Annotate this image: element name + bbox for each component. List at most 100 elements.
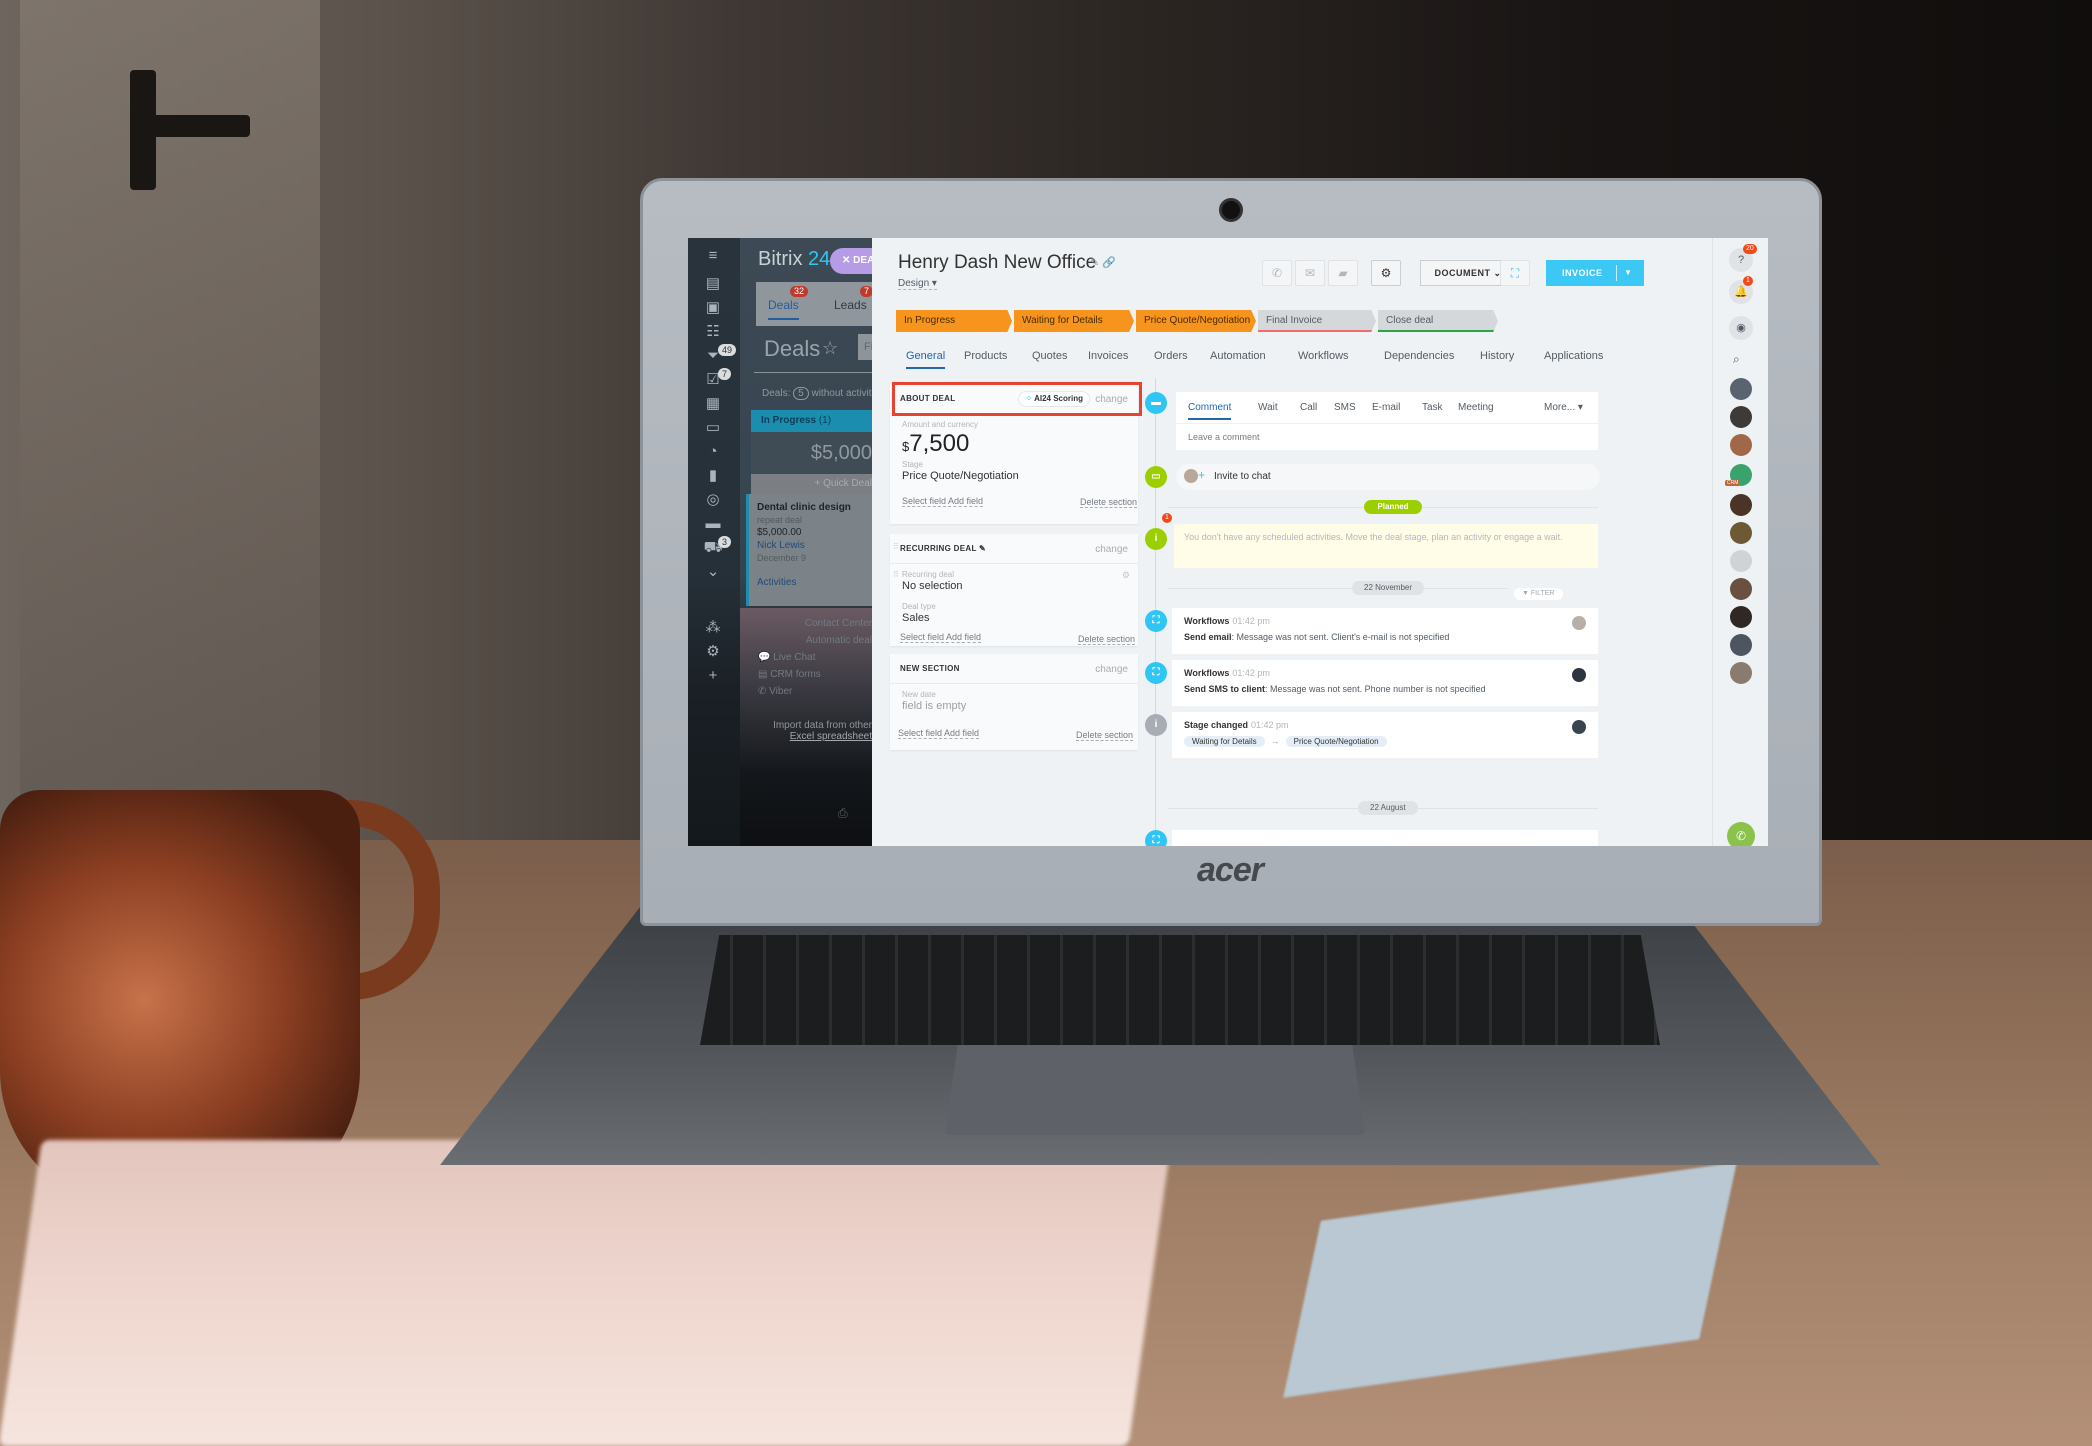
tab-general[interactable]: General bbox=[906, 350, 946, 369]
invite-to-chat-button[interactable]: + Invite to chat bbox=[1176, 464, 1600, 490]
delete-section-link[interactable]: Delete section bbox=[1078, 634, 1136, 645]
contact-avatar[interactable] bbox=[1730, 522, 1752, 544]
timeline-event[interactable]: Workflows 01:42 pm Send email: Message wa… bbox=[1172, 608, 1598, 654]
composer-tab-task[interactable]: Task bbox=[1422, 402, 1443, 413]
workflow-button[interactable]: ⛶ bbox=[1500, 260, 1530, 286]
contact-avatar[interactable] bbox=[1730, 550, 1752, 572]
tab-invoices[interactable]: Invoices bbox=[1088, 350, 1128, 362]
stage-value[interactable]: Price Quote/Negotiation bbox=[902, 470, 1019, 482]
add-field-link[interactable]: Add field bbox=[948, 496, 984, 507]
stage-close-deal[interactable]: Close deal bbox=[1378, 310, 1498, 332]
contact-avatar[interactable] bbox=[1730, 406, 1752, 428]
chat-button[interactable]: ▰ bbox=[1328, 260, 1358, 286]
window-icon[interactable]: ▭ bbox=[703, 418, 723, 438]
timeline-event[interactable] bbox=[1172, 830, 1598, 846]
tab-deals[interactable]: Deals bbox=[768, 298, 799, 320]
timeline-filter-button[interactable]: ▼ FILTER bbox=[1514, 588, 1563, 600]
tab-applications[interactable]: Applications bbox=[1544, 350, 1603, 362]
phone-call-button[interactable]: ✆ bbox=[1727, 822, 1755, 846]
tab-quotes[interactable]: Quotes bbox=[1032, 350, 1067, 362]
add-icon[interactable]: + bbox=[703, 666, 723, 686]
deal-card-activities[interactable]: Activities bbox=[757, 577, 864, 588]
user-avatar[interactable] bbox=[1572, 668, 1586, 682]
inbox-icon[interactable]: ▬ bbox=[703, 514, 723, 534]
comment-input[interactable]: Leave a comment bbox=[1188, 432, 1260, 442]
delete-section-link[interactable]: Delete section bbox=[1076, 730, 1134, 741]
recurring-value[interactable]: No selection bbox=[902, 580, 963, 592]
invoice-dropdown-icon[interactable]: ▼ bbox=[1624, 260, 1632, 286]
timeline-event[interactable]: Stage changed 01:42 pm Waiting for Detail… bbox=[1172, 712, 1598, 758]
stage-in-progress[interactable]: In Progress bbox=[896, 310, 1012, 332]
composer-tab-email[interactable]: E-mail bbox=[1372, 402, 1400, 413]
stage-price-quote[interactable]: Price Quote/Negotiation bbox=[1136, 310, 1256, 332]
contact-avatar[interactable] bbox=[1730, 494, 1752, 516]
stage-waiting-for-details[interactable]: Waiting for Details bbox=[1014, 310, 1134, 332]
more-down-icon[interactable]: ⌄ bbox=[703, 562, 723, 582]
select-field-link[interactable]: Select field bbox=[900, 632, 945, 643]
pipeline-selector[interactable]: Design ▾ bbox=[898, 278, 937, 290]
channel-viber[interactable]: ✆ Viber bbox=[758, 686, 872, 697]
tab-leads[interactable]: Leads bbox=[834, 298, 867, 312]
quick-deal-button[interactable]: + Quick Deal bbox=[751, 474, 872, 494]
tab-products[interactable]: Products bbox=[964, 350, 1007, 362]
deal-card-contact[interactable]: Nick Lewis bbox=[757, 540, 864, 551]
composer-tab-call[interactable]: Call bbox=[1300, 402, 1317, 413]
new-date-value[interactable]: field is empty bbox=[902, 700, 966, 712]
add-field-link[interactable]: Add field bbox=[944, 728, 980, 739]
apps-icon[interactable]: ▦ bbox=[703, 394, 723, 414]
channel-live-chat[interactable]: 💬 Live Chat bbox=[758, 652, 872, 663]
target-icon[interactable]: ◎ bbox=[703, 490, 723, 510]
composer-tab-sms[interactable]: SMS bbox=[1334, 402, 1356, 413]
composer-tab-meeting[interactable]: Meeting bbox=[1458, 402, 1494, 413]
tab-workflows[interactable]: Workflows bbox=[1298, 350, 1349, 362]
delete-section-link[interactable]: Delete section bbox=[1080, 497, 1138, 508]
chat-icon[interactable]: ▣ bbox=[703, 298, 723, 318]
channel-crm-forms[interactable]: ▤ CRM forms bbox=[758, 669, 872, 680]
contact-avatar[interactable] bbox=[1730, 606, 1752, 628]
call-button[interactable]: ✆ bbox=[1262, 260, 1292, 286]
bitrix-logo[interactable]: Bitrix 24 bbox=[758, 248, 830, 271]
edit-pencil-icon[interactable]: ✎ bbox=[979, 544, 986, 553]
deal-card-title[interactable]: Dental clinic design bbox=[757, 502, 864, 513]
contact-avatar[interactable] bbox=[1730, 434, 1752, 456]
user-avatar[interactable] bbox=[1572, 720, 1586, 734]
edit-pencil-icon[interactable]: ✎ bbox=[1090, 257, 1099, 269]
link-icon[interactable]: 🔗 bbox=[1102, 257, 1116, 269]
deal-type-value[interactable]: Sales bbox=[902, 612, 930, 624]
search-icon[interactable]: ⌕ bbox=[1733, 352, 1740, 367]
settings-button[interactable]: ⚙ bbox=[1371, 260, 1401, 286]
amount-value[interactable]: $7,500 bbox=[902, 430, 969, 458]
field-settings-icon[interactable]: ⚙ bbox=[1122, 570, 1130, 581]
structure-icon[interactable]: ⁂ bbox=[703, 618, 723, 638]
add-field-link[interactable]: Add field bbox=[946, 632, 982, 643]
feed-icon[interactable]: ▤ bbox=[703, 274, 723, 294]
composer-tab-comment[interactable]: Comment bbox=[1188, 402, 1232, 420]
select-field-link[interactable]: Select field bbox=[902, 496, 947, 507]
tab-orders[interactable]: Orders bbox=[1154, 350, 1188, 362]
excel-import-link[interactable]: Excel spreadsheet bbox=[790, 731, 872, 742]
timeline-event[interactable]: Workflows 01:42 pm Send SMS to client: Me… bbox=[1172, 660, 1598, 706]
tab-automation[interactable]: Automation bbox=[1210, 350, 1266, 362]
messenger-icon[interactable]: ◉ bbox=[1729, 316, 1753, 340]
composer-more-menu[interactable]: More... ▾ bbox=[1544, 402, 1583, 413]
kanban-deal-card[interactable]: Dental clinic design repeat deal $5,000.… bbox=[746, 494, 872, 606]
contact-avatar[interactable] bbox=[1730, 378, 1752, 400]
tab-dependencies[interactable]: Dependencies bbox=[1384, 350, 1454, 362]
contact-avatar[interactable] bbox=[1730, 578, 1752, 600]
composer-tab-wait[interactable]: Wait bbox=[1258, 402, 1278, 413]
user-avatar[interactable] bbox=[1572, 616, 1586, 630]
email-button[interactable]: ✉ bbox=[1295, 260, 1325, 286]
tab-history[interactable]: History bbox=[1480, 350, 1514, 362]
select-field-link[interactable]: Select field bbox=[898, 728, 943, 739]
stage-final-invoice[interactable]: Final Invoice bbox=[1258, 310, 1376, 332]
groups-icon[interactable]: ☷ bbox=[703, 322, 723, 342]
analytics-icon[interactable]: ▮ bbox=[703, 466, 723, 486]
change-link[interactable]: change bbox=[1095, 544, 1128, 555]
contact-avatar[interactable] bbox=[1730, 662, 1752, 684]
settings-icon[interactable]: ⚙ bbox=[703, 642, 723, 662]
change-link[interactable]: change bbox=[1095, 664, 1128, 675]
print-icon[interactable]: ⎙ bbox=[838, 806, 848, 821]
drag-handle-icon[interactable]: ⠿ bbox=[893, 542, 899, 551]
invoice-button[interactable]: INVOICE ▼ bbox=[1546, 260, 1644, 286]
star-icon[interactable]: ☆ bbox=[822, 338, 838, 359]
